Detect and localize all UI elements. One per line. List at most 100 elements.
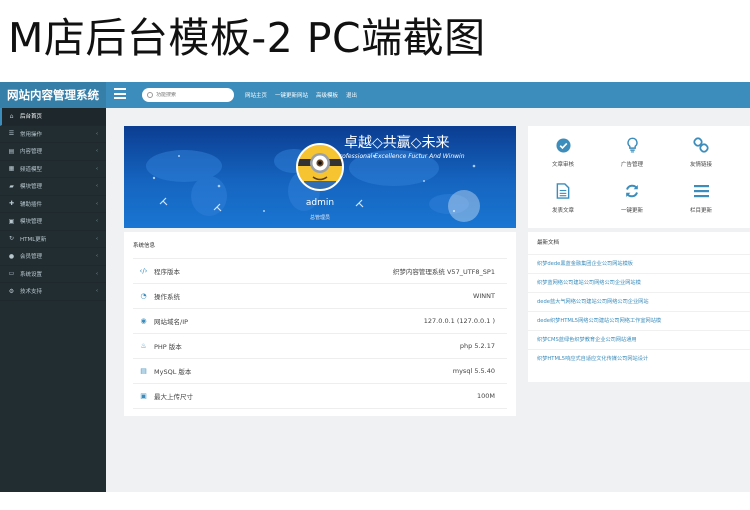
nav-logout-link[interactable]: 退出 — [346, 91, 357, 99]
sidebar-item-support[interactable]: ⚙ 技术支持 ‹ — [0, 283, 106, 301]
sidebar: ⌂ 后台首页 ☰ 常用操作 ‹ ▤ 内容管理 ‹ ▦ 频道模型 ‹ ▰ 模块管理 — [0, 108, 106, 492]
quick-friend-links[interactable]: 友情链接 — [672, 136, 730, 176]
site-logo[interactable]: 网站内容管理系统 — [0, 82, 106, 108]
globe-icon: ◉ — [140, 317, 147, 325]
sidebar-item-label: 模块管理 — [20, 184, 43, 191]
admin-name: admin — [305, 198, 335, 208]
nav-home-link[interactable]: 网站主页 — [245, 91, 267, 99]
sidebar-item-content[interactable]: ▤ 内容管理 ‹ — [0, 143, 106, 161]
table-row: ‹/› 程序版本 织梦内容管理系统 V57_UTF8_SP1 — [133, 259, 507, 284]
search-box[interactable] — [142, 88, 234, 102]
avatar[interactable] — [296, 143, 344, 191]
sidebar-item-label: 系统设置 — [20, 271, 43, 278]
profile-card: 卓越◇共赢◇未来 Professional Excellence Fuctur … — [124, 126, 516, 228]
latest-docs-panel: 最新文档 织梦dede黑蓝金融集团企业公司网站模板 织梦蓝网络公司建站公司网络公… — [528, 232, 750, 382]
quick-one-click-update[interactable]: 一键更新 — [603, 182, 661, 222]
latest-docs-list: 织梦dede黑蓝金融集团企业公司网站模板 织梦蓝网络公司建站公司网络公司企业网站… — [528, 254, 750, 368]
lightbulb-icon — [623, 136, 641, 154]
sidebar-item-home[interactable]: ⌂ 后台首页 — [0, 108, 106, 126]
quick-actions-panel: 文章审核 广告管理 友情链接 发表文章 一键更新 栏目更新 — [528, 126, 750, 228]
slogan-en: Professional Excellence Fuctur And Winwi… — [336, 153, 465, 160]
sidebar-item-label: 会员管理 — [20, 254, 43, 261]
box-icon: ▣ — [8, 217, 15, 225]
row-label: 程序版本 — [154, 268, 180, 276]
sidebar-item-common[interactable]: ☰ 常用操作 ‹ — [0, 126, 106, 143]
row-label: MySQL 版本 — [154, 368, 192, 376]
row-value: 织梦内容管理系统 V57_UTF8_SP1 — [392, 268, 495, 276]
page: M店后台模板-2 PC端截图 网站内容管理系统 网站主页 一键更新网站 高级模板… — [0, 0, 750, 510]
plug-icon: ✚ — [8, 200, 15, 208]
table-row: ◉ 网站域名/IP 127.0.0.1 (127.0.0.1 ) — [133, 309, 507, 334]
quick-action-label: 文章审核 — [551, 162, 574, 168]
row-label: 网站域名/IP — [154, 318, 189, 326]
admin-app: 网站内容管理系统 网站主页 一键更新网站 高级模板 退出 ⌂ 后台首页 ☰ — [0, 82, 750, 492]
quick-article-review[interactable]: 文章审核 — [534, 136, 592, 176]
nav-update-link[interactable]: 一键更新网站 — [275, 91, 308, 99]
code-icon: ‹/› — [139, 267, 148, 275]
chevron-left-icon: ‹ — [96, 200, 98, 207]
sidebar-item-html-update[interactable]: ↻ HTML更新 ‹ — [0, 231, 106, 248]
chevron-left-icon: ‹ — [96, 148, 98, 154]
row-value: 127.0.0.1 (127.0.0.1 ) — [423, 317, 495, 325]
quick-publish-article[interactable]: 发表文章 — [534, 182, 592, 222]
row-label: 操作系统 — [154, 293, 180, 301]
banner: M店后台模板-2 PC端截图 — [0, 0, 750, 74]
row-value: WINNT — [472, 292, 495, 300]
quick-action-label: 广告管理 — [620, 162, 643, 168]
sidebar-item-label: 辅助插件 — [20, 201, 43, 208]
sidebar-item-label: 频道模型 — [20, 166, 43, 173]
search-input[interactable] — [156, 92, 226, 98]
quick-ad-manage[interactable]: 广告管理 — [603, 136, 661, 176]
chevron-left-icon: ‹ — [96, 218, 98, 224]
refresh-icon: ↻ — [8, 235, 15, 243]
sidebar-item-plugins[interactable]: ✚ 辅助插件 ‹ — [0, 196, 106, 213]
cogs-icon: ⚙ — [8, 287, 15, 295]
chevron-left-icon: ‹ — [96, 183, 98, 189]
admin-role: 总管理员 — [309, 215, 330, 221]
list-item[interactable]: 织梦蓝网络公司建站公司网络公司企业网站模 — [528, 273, 750, 292]
database-icon: ▤ — [140, 367, 147, 375]
document-icon — [554, 182, 572, 200]
banner-title: M店后台模板-2 PC端截图 — [8, 14, 486, 62]
list-icon: ☰ — [8, 130, 15, 138]
top-header: 网站内容管理系统 网站主页 一键更新网站 高级模板 退出 — [0, 82, 750, 108]
sidebar-item-label: 技术支持 — [20, 289, 43, 296]
list-item[interactable]: 织梦dede黑蓝金融集团企业公司网站模板 — [528, 254, 750, 273]
file-icon: ▤ — [8, 147, 15, 155]
chevron-left-icon: ‹ — [96, 235, 98, 242]
sidebar-item-label: 常用操作 — [20, 131, 43, 138]
sidebar-item-members[interactable]: ● 会员管理 ‹ — [0, 248, 106, 266]
menu-toggle-icon[interactable] — [114, 88, 126, 101]
sidebar-item-settings[interactable]: ▭ 系统设置 ‹ — [0, 266, 106, 283]
search-icon — [147, 92, 153, 98]
list-item[interactable]: dede蓝大气网络公司建站公司网络公司企业网站 — [528, 292, 750, 311]
quick-action-label: 友情链接 — [689, 162, 712, 168]
quick-column-update[interactable]: 栏目更新 — [672, 182, 730, 222]
system-info-table: ‹/› 程序版本 织梦内容管理系统 V57_UTF8_SP1 ◔ 操作系统 WI… — [133, 258, 507, 409]
list-item[interactable]: 织梦HTML5响应式自适应文化传媒公司网站设计 — [528, 349, 750, 368]
chevron-left-icon: ‹ — [96, 270, 98, 277]
row-value: mysql 5.5.40 — [452, 367, 495, 375]
folder-icon: ▰ — [9, 182, 14, 190]
link-icon — [692, 136, 710, 154]
upload-icon: ▣ — [140, 392, 147, 400]
table-row: ▣ 最大上传尺寸 100M — [133, 384, 507, 409]
sidebar-item-module-2[interactable]: ▣ 模块管理 ‹ — [0, 213, 106, 231]
sidebar-item-module[interactable]: ▰ 模块管理 ‹ — [0, 178, 106, 196]
system-info-title: 系统信息 — [133, 243, 156, 249]
table-row: ◔ 操作系统 WINNT — [133, 284, 507, 309]
nav-template-link[interactable]: 高级模板 — [316, 91, 338, 99]
chevron-left-icon: ‹ — [96, 288, 98, 294]
sidebar-item-channel[interactable]: ▦ 频道模型 ‹ — [0, 161, 106, 178]
grid-icon: ▦ — [8, 165, 15, 173]
list-item[interactable]: dede织梦HTML5网络公司建站公司网络工作室网站模 — [528, 311, 750, 330]
table-row: ♨ PHP 版本 php 5.2.17 — [133, 334, 507, 359]
check-circle-icon — [554, 136, 572, 154]
monitor-icon: ▭ — [8, 270, 15, 278]
quick-action-label: 发表文章 — [551, 208, 574, 214]
row-value: 100M — [476, 392, 495, 400]
sidebar-item-label: 后台首页 — [20, 114, 43, 121]
chevron-left-icon: ‹ — [96, 165, 98, 172]
list-item[interactable]: 织梦CMS蓝绿色织梦教育企业公司网站通用 — [528, 330, 750, 349]
row-label: PHP 版本 — [154, 343, 182, 351]
